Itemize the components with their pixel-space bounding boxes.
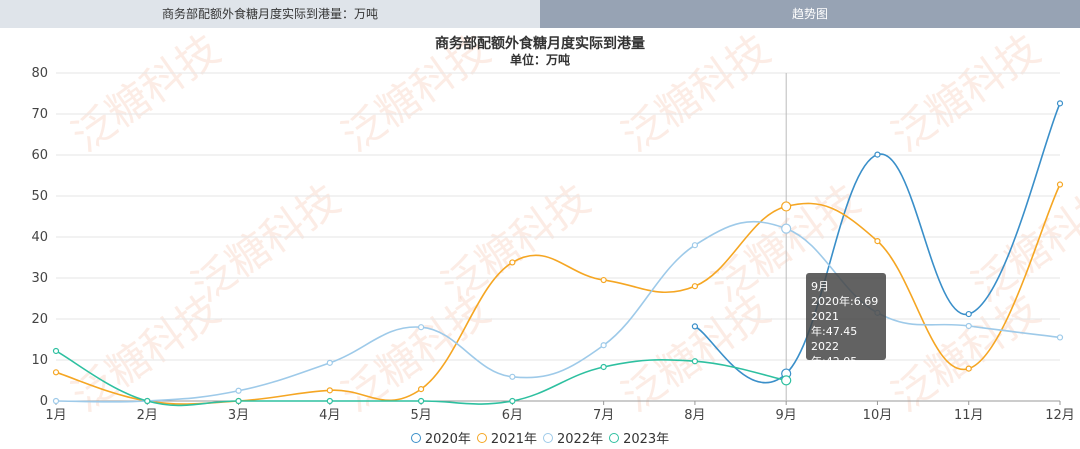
legend-marker-icon [609, 432, 620, 443]
tab-bar: 商务部配额外食糖月度实际到港量：万吨 趋势图 [0, 0, 1080, 28]
data-point-2020 [691, 323, 699, 330]
x-tick-label: 10月 [863, 408, 893, 423]
tooltip-line-2020: 2020年:6.69 [811, 295, 879, 308]
legend-marker-icon [543, 432, 553, 443]
data-point-2023 [235, 397, 242, 405]
x-tick-label: 5月 [410, 408, 431, 423]
y-tick-label: 70 [31, 107, 48, 122]
data-point-2021 [781, 201, 792, 212]
tooltip-line-2023: 2023年:5.03 [811, 370, 879, 383]
data-point-2022 [235, 387, 242, 394]
series-line-2022 [55, 220, 1061, 403]
data-point-2020 [1056, 100, 1064, 107]
data-point-2023 [417, 397, 425, 405]
data-point-2021 [52, 369, 60, 376]
data-point-2022 [52, 397, 60, 405]
x-tick-label: 9月 [776, 408, 797, 423]
legend-label: 2022年 [557, 432, 604, 447]
data-point-2021 [509, 259, 516, 266]
x-tick-label: 8月 [684, 408, 705, 423]
data-point-2020 [874, 151, 881, 158]
data-point-2022 [1056, 334, 1064, 341]
data-point-2023 [600, 363, 607, 371]
data-point-2020 [965, 310, 972, 318]
line-chart: 商务部配额外食糖月度实际到港量单位：万吨 0 10 20 30 40 50 60 70 80 1月 2… [31, 35, 1075, 423]
x-tick-label: 7月 [593, 408, 614, 423]
chart-title: 商务部配额外食糖月度实际到港量 [435, 35, 645, 52]
data-point-2022 [417, 324, 425, 331]
legend-label: 2020年 [424, 432, 471, 447]
y-tick-label: 0 [40, 394, 48, 409]
data-point-2022 [600, 342, 607, 349]
data-point-2023 [509, 397, 516, 405]
data-point-2022 [965, 322, 972, 330]
series-line-2023 [55, 350, 787, 407]
series-line-2021 [55, 184, 1061, 405]
data-point-2021 [417, 386, 425, 393]
legend-item-2023[interactable]: 2023年 [609, 428, 669, 447]
tooltip-title: 9月 [811, 280, 829, 293]
data-point-2022 [509, 373, 516, 380]
data-point-2021 [874, 238, 881, 245]
legend-marker-icon [476, 432, 487, 443]
data-point-2023 [326, 397, 333, 405]
chart-legend: 2020年 2021年 2022年 2023年 [0, 428, 1080, 447]
tooltip-line-2021: 2021年:47.45 [811, 310, 858, 338]
tab-trend-chart[interactable]: 趋势图 [540, 0, 1080, 28]
data-point-2023 [144, 397, 151, 405]
y-tick-label: 30 [31, 271, 48, 286]
x-tick-label: 1月 [45, 408, 66, 423]
chart-tooltip: 9月 2020年:6.69 2021年:47.45 2022年:42.05 20… [806, 273, 886, 383]
tooltip-line-2022: 2022年:42.05 [811, 340, 858, 368]
x-tick-label: 2月 [137, 408, 158, 423]
y-tick-label: 60 [31, 148, 48, 163]
x-tick-label: 11月 [954, 408, 984, 423]
data-point-2023 [52, 347, 60, 355]
legend-marker-icon [410, 432, 421, 443]
tab-table[interactable]: 商务部配额外食糖月度实际到港量：万吨 [0, 0, 540, 28]
legend-label: 2023年 [623, 432, 670, 447]
data-point-2023 [691, 358, 699, 365]
data-point-2021 [326, 387, 333, 394]
legend-item-2021[interactable]: 2021年 [476, 428, 537, 447]
data-point-2022 [326, 359, 333, 366]
chart-subtitle: 单位：万吨 [510, 52, 570, 67]
x-tick-label: 6月 [502, 408, 523, 423]
data-point-2022 [691, 242, 699, 249]
y-tick-label: 40 [31, 230, 48, 245]
x-tick-label: 12月 [1045, 408, 1075, 423]
x-tick-label: 4月 [319, 408, 340, 423]
legend-item-2022[interactable]: 2022年 [543, 428, 603, 447]
data-point-2021 [691, 283, 699, 290]
data-point-2021 [600, 276, 607, 284]
data-point-2021 [965, 365, 972, 372]
y-tick-label: 80 [31, 66, 48, 81]
y-tick-label: 10 [31, 353, 48, 368]
y-tick-label: 50 [31, 189, 48, 204]
data-point-2022 [781, 223, 792, 234]
x-tick-label: 3月 [228, 408, 249, 423]
legend-label: 2021年 [490, 432, 537, 447]
data-point-2023 [781, 375, 792, 386]
data-point-2021 [1056, 181, 1064, 188]
y-tick-label: 20 [31, 312, 48, 327]
legend-item-2020[interactable]: 2020年 [410, 428, 471, 447]
